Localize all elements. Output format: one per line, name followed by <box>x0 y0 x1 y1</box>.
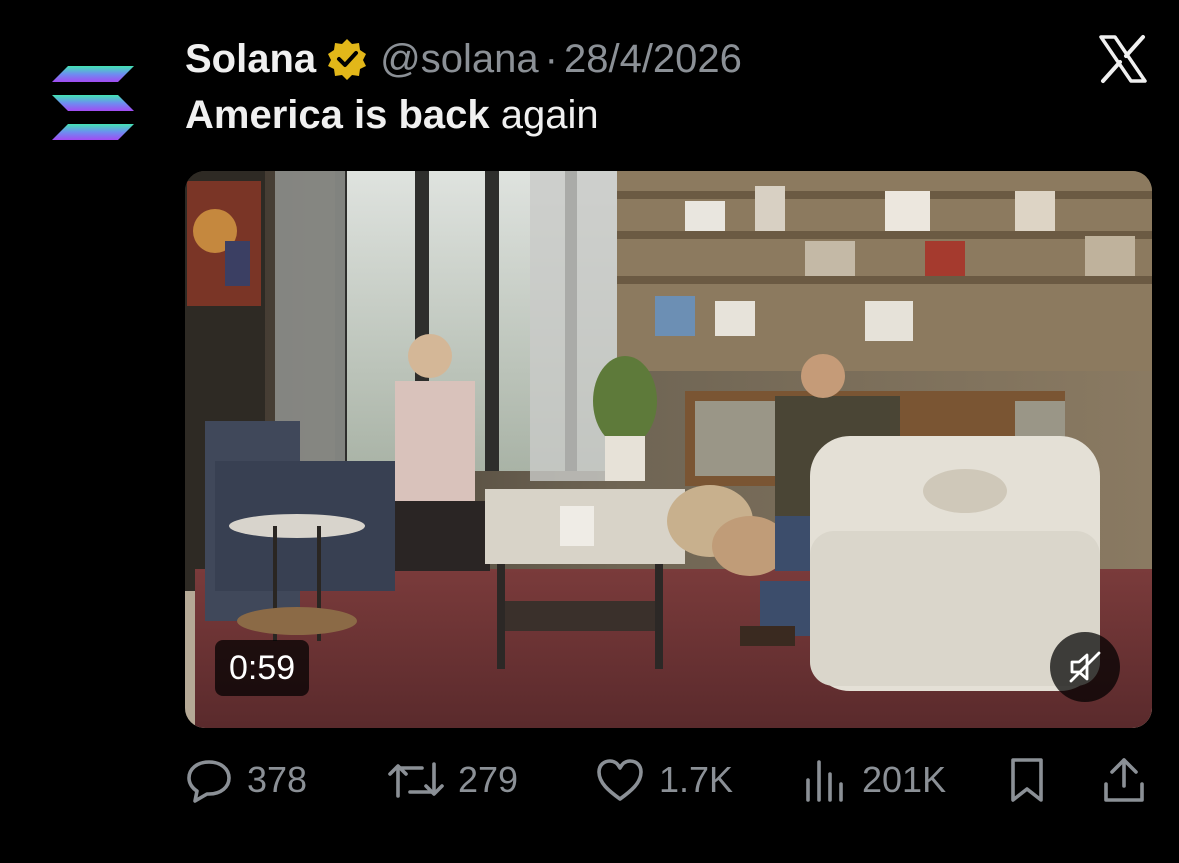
share-button[interactable] <box>1100 752 1148 808</box>
tweet-header: Solana @solana · 28/4/2026 <box>185 34 742 84</box>
tweet-text: America is back again <box>185 93 599 138</box>
speaker-muted-icon <box>1069 651 1101 683</box>
bookmark-icon <box>1011 758 1043 802</box>
heart-icon <box>597 759 643 801</box>
repost-count: 279 <box>458 759 519 800</box>
like-button[interactable]: 1.7K <box>595 752 733 808</box>
video-duration: 0:59 <box>215 640 310 696</box>
user-handle[interactable]: @solana <box>380 37 538 82</box>
views-count: 201K <box>862 759 947 800</box>
tweet-date[interactable]: 28/4/2026 <box>564 37 742 82</box>
tweet-text-bold: America is back <box>185 93 490 137</box>
reply-count: 378 <box>247 759 308 800</box>
views-bar-chart-icon <box>806 760 843 802</box>
tweet-text-rest: again <box>489 93 599 137</box>
like-count: 1.7K <box>659 759 734 800</box>
views-button[interactable]: 201K <box>802 752 946 808</box>
solana-logo-icon[interactable] <box>48 62 138 144</box>
video-player[interactable]: 0:59 <box>185 171 1152 728</box>
display-name[interactable]: Solana <box>185 37 316 82</box>
repost-button[interactable]: 279 <box>388 752 518 808</box>
reply-bubble-icon <box>187 760 231 803</box>
separator-dot: · <box>544 36 558 81</box>
reply-button[interactable]: 378 <box>185 752 307 808</box>
mute-button[interactable] <box>1050 632 1120 702</box>
x-logo-icon <box>1099 35 1147 83</box>
repost-icon <box>388 762 444 798</box>
share-icon <box>1104 758 1144 802</box>
tweet-actions: 378 279 1.7K 201K <box>185 752 1152 808</box>
bookmark-button[interactable] <box>1005 752 1049 808</box>
verified-badge-icon[interactable] <box>326 38 368 80</box>
video-frame <box>185 171 1152 728</box>
